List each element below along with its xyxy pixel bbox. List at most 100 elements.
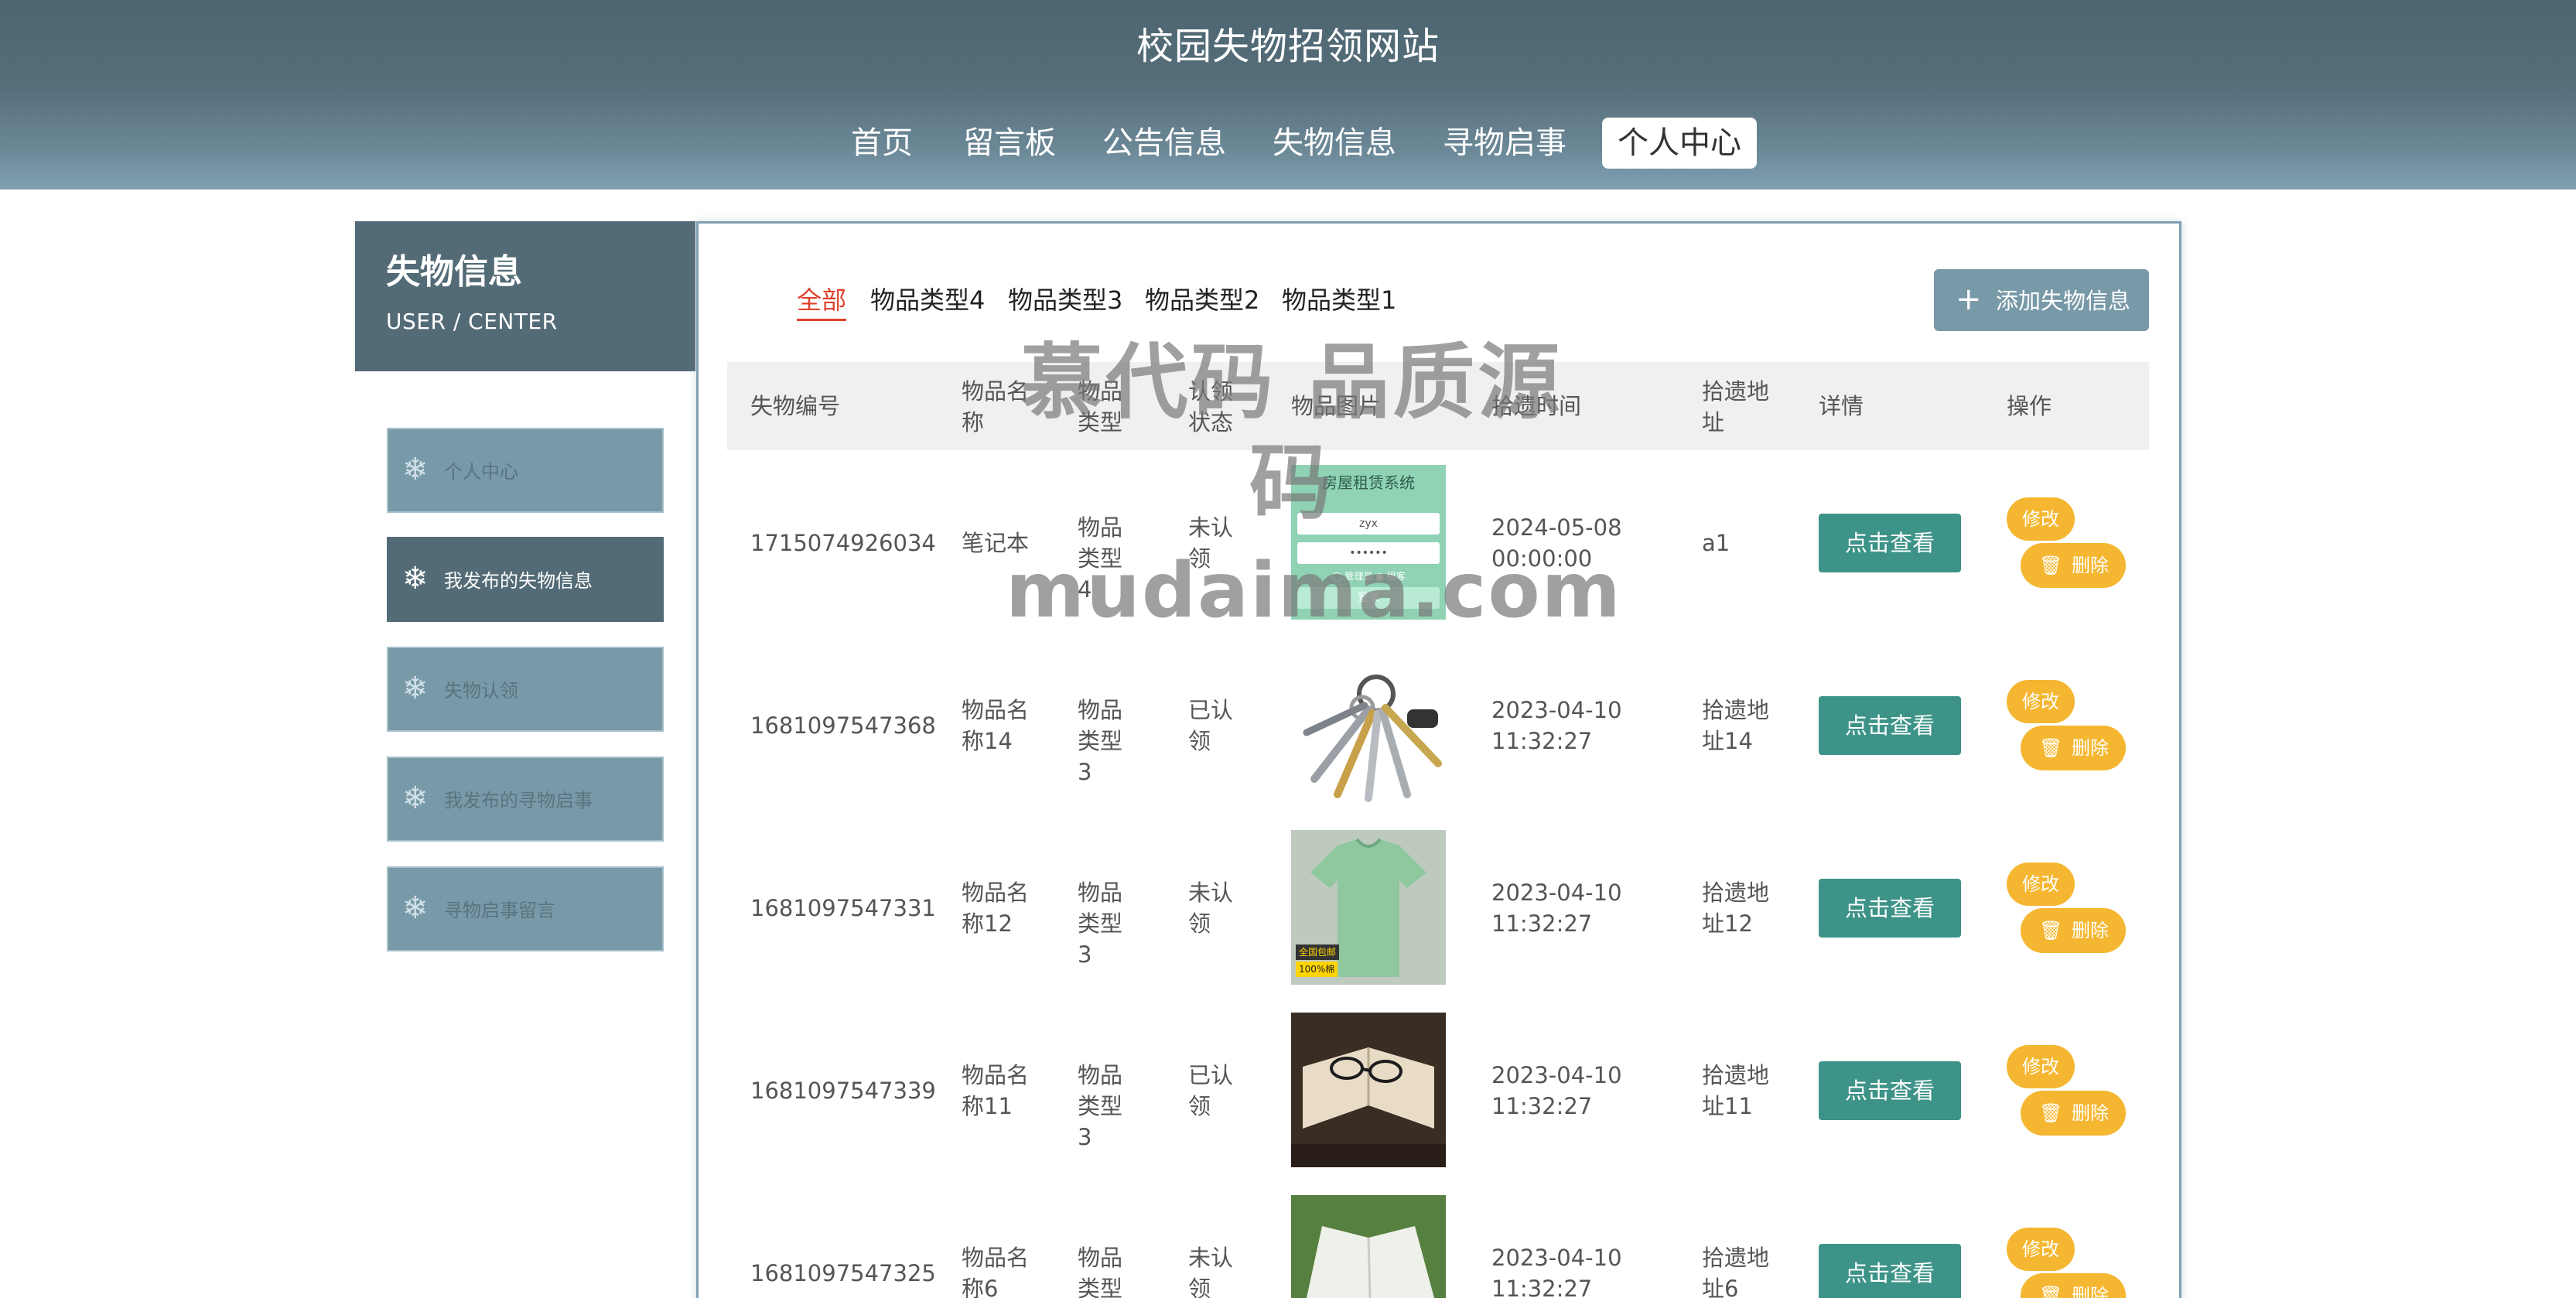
- header-image: 物品图片: [1291, 393, 1382, 419]
- thumb-login-options: ◯ 管理员 ◉ 租客: [1331, 571, 1406, 582]
- row1-status: 未认领: [1188, 514, 1234, 572]
- row4-status: 已认领: [1188, 1062, 1234, 1119]
- header-status: 认领状态: [1188, 378, 1234, 436]
- row3-address: 拾遗地址12: [1702, 880, 1770, 937]
- category-type4[interactable]: 物品类型4: [870, 282, 985, 319]
- nav-lost-items[interactable]: 失物信息: [1269, 118, 1400, 169]
- header-type: 物品类型: [1078, 378, 1123, 436]
- row4-time: 2023-04-10 11:32:27: [1491, 1062, 1622, 1119]
- nav-home[interactable]: 首页: [843, 118, 921, 169]
- row2-type: 物品类型3: [1078, 697, 1123, 785]
- row3-delete-button[interactable]: 🗑 删除: [2021, 908, 2126, 953]
- trash-icon: 🗑: [2039, 1285, 2063, 1298]
- sidebar-item-my-lost-notices[interactable]: ❄ 我发布的寻物启事: [387, 757, 664, 842]
- row1-name: 笔记本: [962, 530, 1030, 556]
- row5-status: 未认领: [1188, 1245, 1234, 1298]
- header-time: 拾遗时间: [1491, 393, 1582, 419]
- row3-id: 1681097547331: [750, 895, 936, 921]
- sidebar-item-claims[interactable]: ❄ 失物认领: [387, 647, 664, 732]
- delete-label: 删除: [2072, 737, 2109, 759]
- snowflake-icon: ❄: [402, 561, 429, 596]
- row5-type: 物品类型2: [1078, 1245, 1123, 1298]
- table-header: [727, 362, 2149, 450]
- snowflake-icon: ❄: [402, 890, 429, 926]
- row4-edit-button[interactable]: 修改: [2007, 1045, 2075, 1088]
- top-header: 校园失物招领网站 首页 留言板 公告信息 失物信息 寻物启事 个人中心: [0, 0, 2576, 190]
- row4-view-button[interactable]: 点击查看: [1819, 1061, 1961, 1120]
- delete-label: 删除: [2072, 920, 2109, 941]
- trash-icon: 🗑: [2039, 555, 2063, 576]
- row5-edit-button[interactable]: 修改: [2007, 1228, 2075, 1271]
- add-lost-item-label: 添加失物信息: [1996, 288, 2131, 314]
- trash-icon: 🗑: [2039, 737, 2063, 759]
- row4-delete-button[interactable]: 🗑 删除: [2021, 1091, 2126, 1136]
- sidebar-subtitle: USER / CENTER: [386, 309, 558, 334]
- row3-time: 2023-04-10 11:32:27: [1491, 880, 1622, 937]
- row3-type: 物品类型3: [1078, 880, 1123, 968]
- sidebar-item-personal-center[interactable]: ❄ 个人中心: [387, 428, 664, 513]
- header-actions: 操作: [2007, 393, 2052, 419]
- nav-announcements[interactable]: 公告信息: [1098, 118, 1230, 169]
- row4-id: 1681097547339: [750, 1078, 936, 1104]
- row3-edit-button[interactable]: 修改: [2007, 862, 2075, 906]
- nav-message-board[interactable]: 留言板: [959, 118, 1060, 169]
- row1-time: 2024-05-08 00:00:00: [1491, 514, 1622, 572]
- row4-image: [1291, 1013, 1446, 1167]
- row2-status: 已认领: [1188, 697, 1234, 754]
- row5-image: [1291, 1195, 1446, 1298]
- site-title: 校园失物招领网站: [1136, 25, 1440, 68]
- category-all[interactable]: 全部: [797, 282, 847, 321]
- category-type2[interactable]: 物品类型2: [1145, 282, 1259, 319]
- row1-edit-button[interactable]: 修改: [2007, 497, 2075, 541]
- sidebar-header: 失物信息 USER / CENTER: [355, 221, 695, 371]
- row5-delete-button[interactable]: 🗑 删除: [2021, 1273, 2126, 1298]
- sidebar-item-label: 寻物启事留言: [444, 900, 555, 921]
- row2-edit-button[interactable]: 修改: [2007, 680, 2075, 723]
- row1-type: 物品类型4: [1078, 514, 1123, 603]
- row3-name: 物品名称12: [962, 880, 1030, 937]
- book-grass-photo: [1291, 1195, 1446, 1298]
- nav-personal-center[interactable]: 个人中心: [1602, 118, 1757, 169]
- category-type1[interactable]: 物品类型1: [1282, 282, 1396, 319]
- row5-view-button[interactable]: 点击查看: [1819, 1244, 1961, 1298]
- row2-time: 2023-04-10 11:32:27: [1491, 697, 1622, 754]
- sidebar-item-label: 我发布的失物信息: [444, 570, 593, 592]
- row4-name: 物品名称11: [962, 1062, 1030, 1119]
- delete-label: 删除: [2072, 1102, 2109, 1124]
- row1-image: 房屋租赁系统 zyx •••••• ◯ 管理员 ◉ 租客 登录: [1291, 465, 1446, 620]
- row2-id: 1681097547368: [750, 712, 936, 739]
- row2-name: 物品名称14: [962, 697, 1030, 754]
- row2-address: 拾遗地址14: [1702, 697, 1770, 754]
- header-id: 失物编号: [750, 393, 841, 419]
- glasses-book-photo: [1291, 1013, 1446, 1167]
- add-lost-item-button[interactable]: + 添加失物信息: [1934, 269, 2149, 331]
- thumb-login-password: ••••••: [1297, 542, 1440, 564]
- sidebar-item-label: 个人中心: [444, 461, 518, 483]
- row1-address: a1: [1702, 530, 1730, 556]
- row3-view-button[interactable]: 点击查看: [1819, 879, 1961, 938]
- snowflake-icon: ❄: [402, 671, 429, 706]
- thumb-login-user: zyx: [1297, 513, 1440, 535]
- delete-label: 删除: [2072, 1285, 2109, 1298]
- sidebar-item-label: 失物认领: [444, 680, 518, 702]
- row3-image: 全国包邮 100%棉: [1291, 830, 1446, 985]
- sidebar-item-my-lost-items[interactable]: ❄ 我发布的失物信息: [387, 537, 664, 622]
- trash-icon: 🗑: [2039, 1102, 2063, 1124]
- snowflake-icon: ❄: [402, 452, 429, 487]
- thumb-login-button: 登录: [1297, 587, 1440, 609]
- keys-photo: [1303, 675, 1442, 802]
- nav-lost-notices[interactable]: 寻物启事: [1439, 118, 1570, 169]
- row5-name: 物品名称6: [962, 1245, 1030, 1298]
- snowflake-icon: ❄: [402, 781, 429, 816]
- row1-view-button[interactable]: 点击查看: [1819, 514, 1961, 572]
- category-type3[interactable]: 物品类型3: [1008, 282, 1122, 319]
- row2-view-button[interactable]: 点击查看: [1819, 696, 1961, 755]
- row4-address: 拾遗地址11: [1702, 1062, 1770, 1119]
- sidebar-item-label: 我发布的寻物启事: [444, 790, 593, 811]
- row2-delete-button[interactable]: 🗑 删除: [2021, 726, 2126, 770]
- delete-label: 删除: [2072, 555, 2109, 576]
- trash-icon: 🗑: [2039, 920, 2063, 941]
- sidebar-item-notice-comments[interactable]: ❄ 寻物启事留言: [387, 866, 664, 951]
- row1-id: 1715074926034: [750, 530, 936, 556]
- row1-delete-button[interactable]: 🗑 删除: [2021, 543, 2126, 588]
